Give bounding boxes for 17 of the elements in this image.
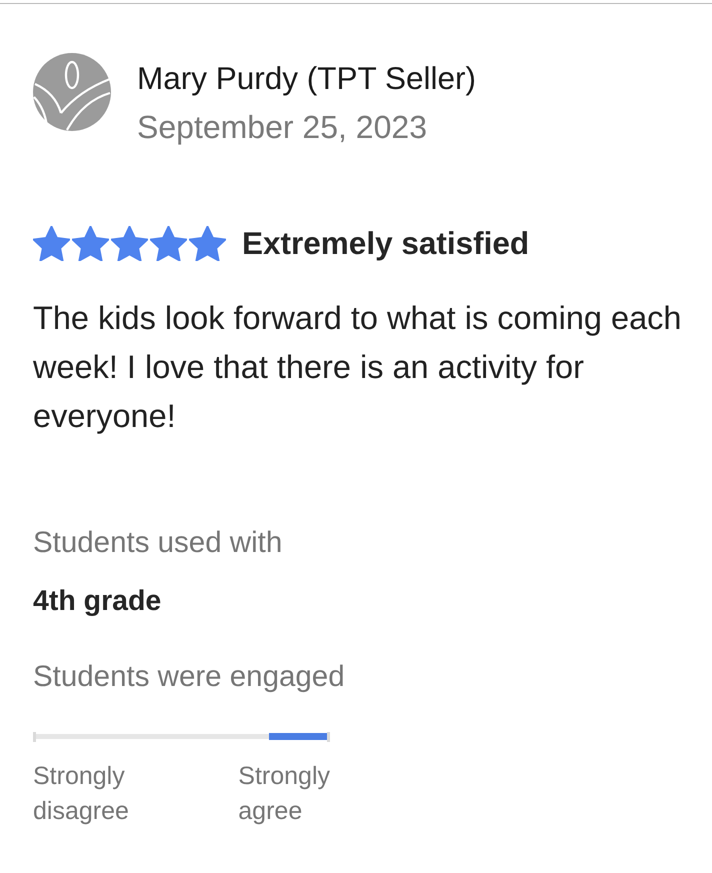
star-icon <box>150 226 187 260</box>
detail-label: Students were engaged <box>33 659 346 695</box>
star-icon <box>111 226 148 260</box>
detail-value: 4th grade <box>33 584 162 619</box>
detail-label: Students used with <box>33 525 284 561</box>
scale-min-label: Strongly disagree <box>33 761 129 827</box>
scale-end-tick <box>327 732 330 742</box>
star-icon <box>33 226 70 260</box>
scale-max-label: Strongly agree <box>238 761 330 827</box>
star-icon <box>72 226 109 260</box>
reviewer-name: Mary Purdy (TPT Seller) <box>137 59 476 98</box>
rating-label: Extremely satisfied <box>242 225 530 261</box>
scale-end-tick <box>33 732 36 742</box>
avatar-logo-icon <box>33 53 111 131</box>
star-icon <box>189 226 226 260</box>
review-date: September 25, 2023 <box>137 108 428 147</box>
review-text: The kids look forward to what is coming each week! I love that there is an activity for everyone! <box>33 299 682 436</box>
